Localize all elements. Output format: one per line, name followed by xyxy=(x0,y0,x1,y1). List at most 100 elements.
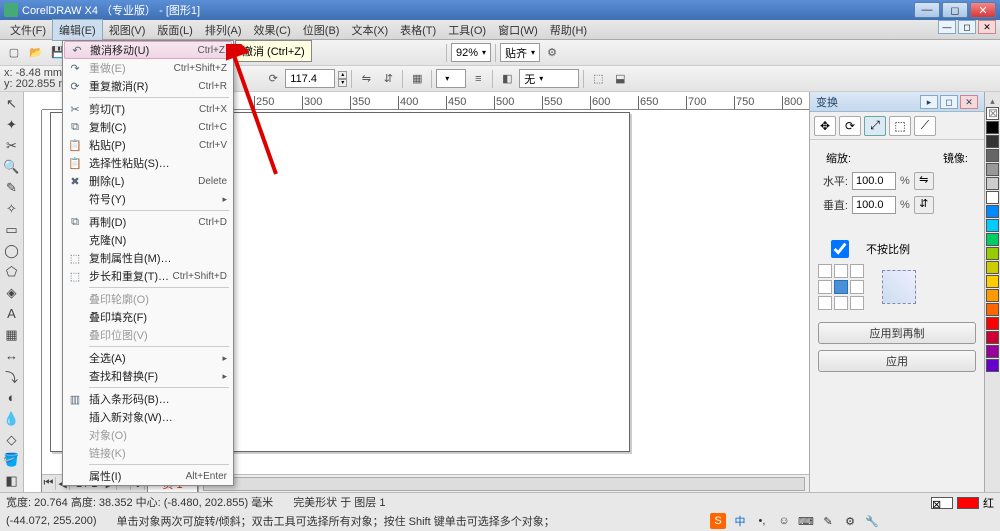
menu-symbol[interactable]: 符号(Y)▸ xyxy=(63,190,233,208)
menu-object[interactable]: 对象(O) xyxy=(63,426,233,444)
freehand-tool[interactable]: ✎ xyxy=(2,179,22,198)
menu-overprint-bitmap[interactable]: 叠印位图(V) xyxy=(63,326,233,344)
fill-indicator[interactable]: ⊠ xyxy=(931,497,953,509)
color-swatch[interactable] xyxy=(986,303,999,316)
color-swatch[interactable] xyxy=(986,135,999,148)
color-swatch[interactable] xyxy=(986,359,999,372)
menu-7[interactable]: 文本(X) xyxy=(345,20,394,40)
align-icon[interactable]: ▦ xyxy=(407,69,427,89)
tab-size[interactable]: ⬚ xyxy=(889,116,911,136)
color-swatch[interactable] xyxy=(986,275,999,288)
menu-copy-props[interactable]: ⬚复制属性自(M)… xyxy=(63,249,233,267)
fill-tool[interactable]: 🪣 xyxy=(2,451,22,470)
h-input[interactable] xyxy=(852,172,896,190)
minimize-button[interactable]: — xyxy=(914,2,940,18)
vertical-ruler[interactable] xyxy=(24,110,42,492)
wrap-icon[interactable]: ⬚ xyxy=(588,69,608,89)
color-swatch[interactable] xyxy=(986,205,999,218)
menu-step-repeat[interactable]: ⬚步长和重复(T)…Ctrl+Shift+D xyxy=(63,267,233,285)
outline-tool[interactable]: ◇ xyxy=(2,430,22,449)
color-swatch[interactable] xyxy=(986,289,999,302)
outline-width[interactable]: ▾ xyxy=(436,69,466,88)
convert-icon[interactable]: ⬓ xyxy=(610,69,630,89)
doc-min[interactable]: — xyxy=(938,20,956,34)
new-icon[interactable]: ▢ xyxy=(4,43,24,63)
rect-tool[interactable]: ▭ xyxy=(2,221,22,240)
menu-redo[interactable]: ↷重做(E)Ctrl+Shift+Z xyxy=(63,59,233,77)
interactive-fill-tool[interactable]: ◧ xyxy=(2,472,22,491)
tab-skew[interactable]: ⟋ xyxy=(914,116,936,136)
open-icon[interactable]: 📂 xyxy=(26,43,46,63)
zoom-combo[interactable]: 92%▾ xyxy=(451,43,491,62)
text-tool[interactable]: A xyxy=(2,304,22,323)
color-swatch[interactable] xyxy=(986,177,999,190)
connector-tool[interactable]: ⤵ xyxy=(2,367,22,386)
anchor-grid[interactable] xyxy=(818,264,864,310)
menu-properties[interactable]: 属性(I)Alt+Enter xyxy=(63,467,233,485)
apply-duplicate-button[interactable]: 应用到再制 xyxy=(818,322,976,344)
basic-shapes-tool[interactable]: ◈ xyxy=(2,283,22,302)
close-button[interactable]: ✕ xyxy=(970,2,996,18)
effects-tool[interactable]: ◐ xyxy=(2,388,22,407)
menu-9[interactable]: 工具(O) xyxy=(442,20,492,40)
menu-3[interactable]: 版面(L) xyxy=(151,20,198,40)
mirror-v-icon[interactable]: ⇵ xyxy=(378,69,398,89)
line-style-icon[interactable]: ≡ xyxy=(468,69,488,89)
page-first[interactable]: ⏮ xyxy=(42,477,56,490)
menu-repeat[interactable]: ⟳重复撤消(R)Ctrl+R xyxy=(63,77,233,95)
color-swatch[interactable] xyxy=(986,233,999,246)
menu-duplicate[interactable]: ⧉再制(D)Ctrl+D xyxy=(63,213,233,231)
fill-combo[interactable]: 无▾ xyxy=(519,69,579,88)
menu-4[interactable]: 排列(A) xyxy=(199,20,248,40)
rotate-icon[interactable]: ⟳ xyxy=(263,69,283,89)
tab-rotate[interactable]: ⟳ xyxy=(839,116,861,136)
menu-select-all[interactable]: 全选(A)▸ xyxy=(63,349,233,367)
color-swatch[interactable] xyxy=(986,247,999,260)
mirror-v-button[interactable]: ⇵ xyxy=(914,196,934,214)
shape-tool[interactable]: ✦ xyxy=(2,116,22,135)
color-swatch[interactable] xyxy=(986,345,999,358)
menu-8[interactable]: 表格(T) xyxy=(394,20,442,40)
pick-tool[interactable]: ↖ xyxy=(2,95,22,114)
fill-icon[interactable]: ◧ xyxy=(497,69,517,89)
menu-2[interactable]: 视图(V) xyxy=(103,20,152,40)
menu-insert-object[interactable]: 插入新对象(W)… xyxy=(63,408,233,426)
menu-cut[interactable]: ✂剪切(T)Ctrl+X xyxy=(63,100,233,118)
docker-float[interactable]: ◻ xyxy=(940,95,958,109)
tab-position[interactable]: ✥ xyxy=(814,116,836,136)
v-input[interactable] xyxy=(852,196,896,214)
color-swatch[interactable] xyxy=(986,261,999,274)
crop-tool[interactable]: ✂ xyxy=(2,137,22,156)
docker-min[interactable]: ▸ xyxy=(920,95,938,109)
menu-6[interactable]: 位图(B) xyxy=(297,20,346,40)
angle-input[interactable]: 117.4 xyxy=(285,69,335,88)
menu-10[interactable]: 窗口(W) xyxy=(492,20,544,40)
color-swatch[interactable] xyxy=(986,317,999,330)
menu-overprint-outline[interactable]: 叠印轮廓(O) xyxy=(63,290,233,308)
polygon-tool[interactable]: ⬠ xyxy=(2,263,22,282)
color-swatch[interactable] xyxy=(986,191,999,204)
menu-find-replace[interactable]: 查找和替换(F)▸ xyxy=(63,367,233,385)
maximize-button[interactable]: ◻ xyxy=(942,2,968,18)
outline-indicator[interactable] xyxy=(957,497,979,509)
color-swatch[interactable] xyxy=(986,163,999,176)
color-swatch[interactable] xyxy=(986,331,999,344)
menu-links[interactable]: 链接(K) xyxy=(63,444,233,462)
ime-s-icon[interactable]: S xyxy=(710,513,726,529)
menu-11[interactable]: 帮助(H) xyxy=(544,20,593,40)
zoom-tool[interactable]: 🔍 xyxy=(2,158,22,177)
menu-copy[interactable]: ⧉复制(C)Ctrl+C xyxy=(63,118,233,136)
color-swatch[interactable] xyxy=(986,149,999,162)
apply-button[interactable]: 应用 xyxy=(818,350,976,372)
doc-max[interactable]: ◻ xyxy=(958,20,976,34)
h-scrollbar[interactable] xyxy=(203,477,805,491)
menu-5[interactable]: 效果(C) xyxy=(248,20,297,40)
options-icon[interactable]: ⚙ xyxy=(542,43,562,63)
menu-clone[interactable]: 克隆(N) xyxy=(63,231,233,249)
menu-undo[interactable]: ↶撤消移动(U)Ctrl+Z xyxy=(64,41,232,59)
menu-delete[interactable]: ✖删除(L)Delete xyxy=(63,172,233,190)
tab-scale[interactable]: ⤢ xyxy=(864,116,886,136)
dimension-tool[interactable]: ↔ xyxy=(2,346,22,365)
color-swatch[interactable] xyxy=(986,121,999,134)
menu-1[interactable]: 编辑(E) xyxy=(52,19,103,41)
